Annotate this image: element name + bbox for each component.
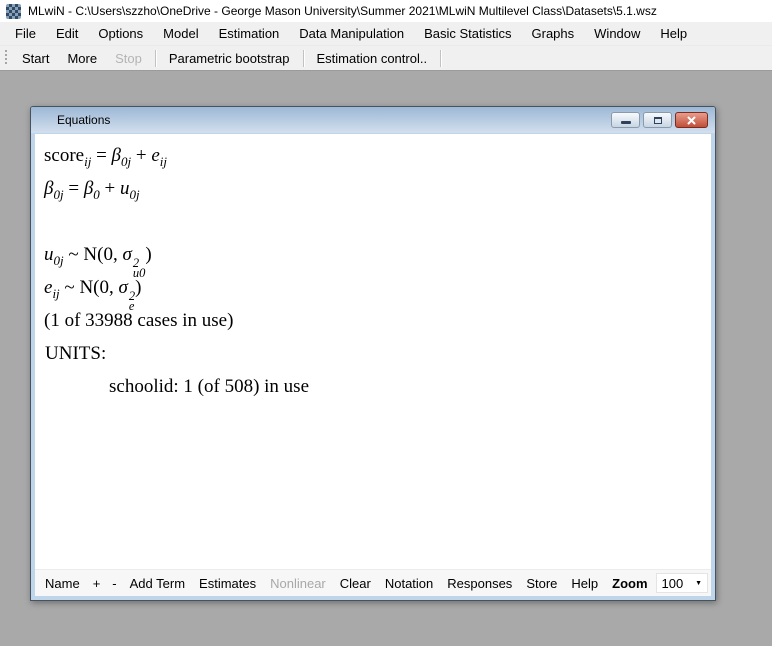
- menu-item-edit[interactable]: Edit: [46, 22, 88, 45]
- equation-term: (1 of 33988 cases in use): [44, 310, 233, 331]
- equations-footer: Name+-Add TermEstimatesNonlinearClearNot…: [35, 569, 711, 596]
- chevron-down-icon: ▼: [695, 580, 702, 587]
- equation-term: +: [100, 178, 120, 199]
- footer-button-add-term[interactable]: Add Term: [123, 576, 192, 591]
- toolbar-button-more[interactable]: More: [58, 51, 106, 66]
- equation-term: u: [120, 178, 130, 199]
- equation-term: 0j: [54, 253, 64, 268]
- equation-term: β: [84, 178, 93, 199]
- equation-term: 0j: [130, 187, 140, 202]
- equations-window-body: scoreij = β0j + eijβ0j = β0 + u0ju0j ~ N…: [35, 134, 711, 596]
- equations-content: scoreij = β0j + eijβ0j = β0 + u0ju0j ~ N…: [35, 134, 711, 569]
- footer-button-store[interactable]: Store: [519, 576, 564, 591]
- toolbar-button-parametric-bootstrap[interactable]: Parametric bootstrap: [160, 51, 299, 66]
- footer-button-responses[interactable]: Responses: [440, 576, 519, 591]
- menu-item-file[interactable]: File: [5, 22, 46, 45]
- menu-item-model[interactable]: Model: [153, 22, 208, 45]
- equation-line[interactable]: (1 of 33988 cases in use): [41, 304, 705, 337]
- equation-term: σ: [119, 277, 128, 298]
- menu-item-estimation[interactable]: Estimation: [209, 22, 290, 45]
- equation-term: ): [145, 244, 151, 265]
- menu-bar: FileEditOptionsModelEstimationData Manip…: [0, 22, 772, 46]
- equation-term: score: [44, 145, 84, 166]
- equation-term: schoolid: 1 (of 508) in use: [109, 376, 309, 397]
- equation-term: +: [131, 145, 151, 166]
- equations-window-title-bar[interactable]: Equations: [31, 107, 715, 133]
- equation-term: ): [135, 277, 141, 298]
- zoom-level-select[interactable]: 100 ▼: [656, 573, 708, 593]
- restore-icon: [654, 117, 662, 124]
- minimize-icon: [621, 121, 631, 124]
- toolbar-button-stop: Stop: [106, 51, 151, 66]
- window-controls: [611, 112, 710, 128]
- equation-line[interactable]: eij ~ N(0, σ2e): [41, 271, 705, 304]
- footer-button-item[interactable]: -: [106, 576, 122, 591]
- equation-term: σ: [122, 244, 131, 265]
- toolbar: StartMoreStop Parametric bootstrap Estimat…: [0, 46, 772, 71]
- menu-item-graphs[interactable]: Graphs: [522, 22, 585, 45]
- menu-item-data-manipulation[interactable]: Data Manipulation: [289, 22, 414, 45]
- toolbar-separator: [155, 50, 156, 67]
- equation-term: ~ N(0,: [64, 244, 123, 265]
- minimize-button[interactable]: [611, 112, 640, 128]
- footer-button-name[interactable]: Name: [38, 576, 87, 591]
- footer-button-help[interactable]: Help: [564, 576, 605, 591]
- app-title: MLwiN - C:\Users\szzho\OneDrive - George…: [28, 4, 657, 18]
- equation-line[interactable]: schoolid: 1 (of 508) in use: [41, 370, 705, 403]
- equation-term: e: [151, 145, 159, 166]
- equation-term: ~ N(0,: [60, 277, 119, 298]
- equation-line[interactable]: scoreij = β0j + eij: [41, 139, 705, 172]
- equation-term: UNITS:: [45, 343, 106, 364]
- equation-line[interactable]: β0j = β0 + u0j: [41, 172, 705, 205]
- menu-item-options[interactable]: Options: [88, 22, 153, 45]
- mlwin-app-icon: [6, 4, 21, 19]
- toolbar-separator: [440, 50, 441, 67]
- toolbar-button-start[interactable]: Start: [13, 51, 58, 66]
- equation-term: β: [112, 145, 121, 166]
- equation-term: u: [44, 244, 54, 265]
- equation-line[interactable]: UNITS:: [41, 337, 705, 370]
- toolbar-grip-handle[interactable]: [5, 50, 8, 66]
- footer-button-estimates[interactable]: Estimates: [192, 576, 263, 591]
- toolbar-separator: [303, 50, 304, 67]
- restore-button[interactable]: [643, 112, 672, 128]
- equation-line[interactable]: [41, 205, 705, 238]
- footer-button-nonlinear: Nonlinear: [263, 576, 333, 591]
- equation-term: ij: [52, 286, 59, 301]
- equations-window: Equations scoreij = β0j + eijβ0j = β0 + …: [30, 106, 716, 601]
- footer-button-zoom[interactable]: Zoom: [605, 576, 654, 591]
- close-icon: [687, 116, 696, 125]
- equation-term: =: [64, 178, 84, 199]
- zoom-level-value: 100: [662, 576, 684, 591]
- menu-item-window[interactable]: Window: [584, 22, 650, 45]
- equations-window-title: Equations: [57, 113, 110, 127]
- equation-term: ij: [160, 154, 167, 169]
- footer-button-notation[interactable]: Notation: [378, 576, 440, 591]
- footer-button-clear[interactable]: Clear: [333, 576, 378, 591]
- menu-item-basic-statistics[interactable]: Basic Statistics: [414, 22, 521, 45]
- footer-button-item[interactable]: +: [87, 576, 107, 591]
- close-button[interactable]: [675, 112, 708, 128]
- equation-line[interactable]: u0j ~ N(0, σ2u0): [41, 238, 705, 271]
- menu-item-help[interactable]: Help: [650, 22, 697, 45]
- toolbar-button-estimation-control[interactable]: Estimation control..: [308, 51, 437, 66]
- equation-term: =: [91, 145, 111, 166]
- app-title-bar[interactable]: MLwiN - C:\Users\szzho\OneDrive - George…: [0, 0, 772, 22]
- equation-term: 0j: [121, 154, 131, 169]
- equation-term: 0j: [53, 187, 63, 202]
